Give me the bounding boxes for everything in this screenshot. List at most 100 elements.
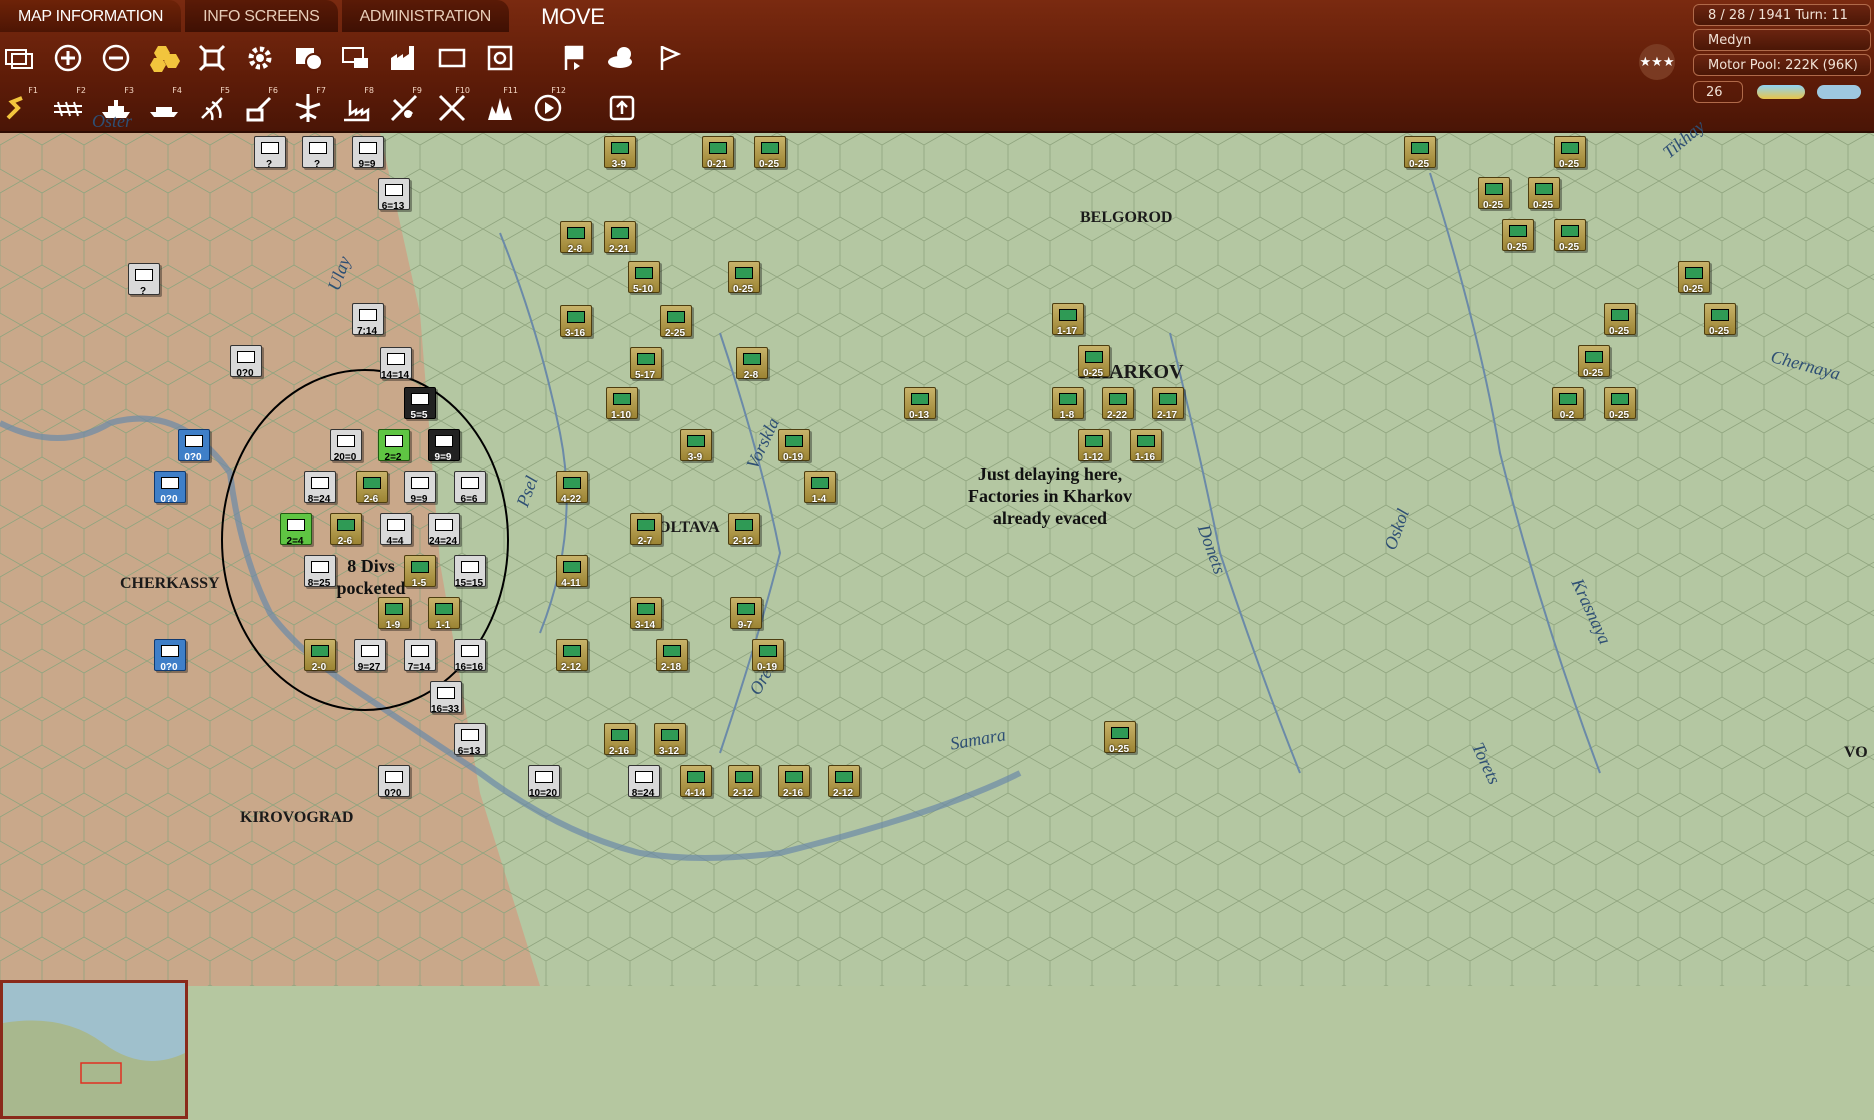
f7-airstrike-icon[interactable]: F7 [288, 86, 328, 128]
german-unit[interactable]: 2-12 [556, 639, 590, 673]
soviet-unit[interactable]: 6=13 [378, 178, 412, 212]
german-unit[interactable]: 5-17 [630, 347, 664, 381]
window-toggle-icon[interactable] [0, 38, 40, 78]
german-unit[interactable]: 1-17 [1052, 303, 1086, 337]
shape-toggle-icon[interactable] [288, 38, 328, 78]
german-unit[interactable]: 0-25 [1554, 219, 1588, 253]
soviet-unit[interactable]: 10=20 [528, 765, 562, 799]
german-unit[interactable]: 1-4 [804, 471, 838, 505]
german-unit[interactable]: 4-14 [680, 765, 714, 799]
german-unit[interactable]: 1-1 [428, 597, 462, 631]
german-unit[interactable]: 5-10 [628, 261, 662, 295]
soviet-unit[interactable]: 0?0 [178, 429, 212, 463]
german-unit[interactable]: 0-21 [702, 136, 736, 170]
end-turn-icon[interactable] [602, 88, 642, 128]
unit-focus-icon[interactable] [192, 38, 232, 78]
german-unit[interactable]: 2-12 [828, 765, 862, 799]
game-map[interactable]: BELGOROD KHARKOV CHERKASSY KIROVOGRAD OL… [0, 111, 1874, 1119]
f6-airlift-icon[interactable]: F6 [240, 86, 280, 128]
german-unit[interactable]: 4-11 [556, 555, 590, 589]
weather-gauge-icon[interactable] [1757, 85, 1805, 99]
f12-play-icon[interactable]: F12 [528, 86, 568, 128]
f2-rail-icon[interactable]: F2 [48, 86, 88, 128]
german-unit[interactable]: 4-22 [556, 471, 590, 505]
hq-flag-icon[interactable] [554, 38, 594, 78]
soviet-unit[interactable]: 15=15 [454, 555, 488, 589]
german-unit[interactable]: 9-7 [730, 597, 764, 631]
german-unit[interactable]: 2-12 [728, 765, 762, 799]
soviet-unit[interactable]: 24=24 [428, 513, 462, 547]
german-unit[interactable]: 1-5 [404, 555, 438, 589]
soviet-unit[interactable]: 9=9 [404, 471, 438, 505]
soviet-unit[interactable]: 7=14 [404, 639, 438, 673]
soviet-unit[interactable]: 0?0 [230, 345, 264, 379]
soviet-unit[interactable]: 8=24 [304, 471, 338, 505]
german-unit[interactable]: 2-8 [560, 221, 594, 255]
german-unit[interactable]: 0-2 [1552, 387, 1586, 421]
f10-ground-attack-icon[interactable]: F10 [432, 86, 472, 128]
f1-movement-icon[interactable]: F1 [0, 86, 40, 128]
german-unit[interactable]: 0-25 [1104, 721, 1138, 755]
german-unit[interactable]: 3-12 [654, 723, 688, 757]
soviet-unit[interactable]: 20=0 [330, 429, 364, 463]
zoom-in-icon[interactable] [48, 38, 88, 78]
german-unit[interactable]: 0-25 [754, 136, 788, 170]
soviet-unit[interactable]: 4=4 [380, 513, 414, 547]
soviet-unit[interactable]: 0?0 [154, 639, 188, 673]
german-unit[interactable]: 2-18 [656, 639, 690, 673]
german-unit[interactable]: 0-25 [1078, 345, 1112, 379]
german-unit[interactable]: 0-25 [728, 261, 762, 295]
german-unit[interactable]: 1-10 [606, 387, 640, 421]
toggle-switch-icon[interactable] [1817, 85, 1861, 99]
german-unit[interactable]: 0-25 [1678, 261, 1712, 295]
soviet-unit[interactable]: 9=9 [428, 429, 462, 463]
german-unit[interactable]: 3-9 [680, 429, 714, 463]
f5-air-recon-icon[interactable]: F5 [192, 86, 232, 128]
soviet-unit[interactable]: 0?0 [378, 765, 412, 799]
soviet-unit[interactable]: 9=9 [352, 136, 386, 170]
f8-airfield-icon[interactable]: F8 [336, 86, 376, 128]
german-unit[interactable]: 0-25 [1528, 177, 1562, 211]
soviet-unit[interactable]: 16=33 [430, 681, 464, 715]
german-unit[interactable]: 1-12 [1078, 429, 1112, 463]
german-unit[interactable]: 2-17 [1152, 387, 1186, 421]
display-toggle-icon[interactable] [336, 38, 376, 78]
tab-map-information[interactable]: MAP INFORMATION [0, 0, 182, 32]
german-unit[interactable]: 2-12 [728, 513, 762, 547]
german-unit[interactable]: 0-13 [904, 387, 938, 421]
frame-target-icon[interactable] [480, 38, 520, 78]
rating-button[interactable]: ★★★ [1639, 44, 1675, 80]
german-unit[interactable]: 2-0 [304, 639, 338, 673]
german-unit[interactable]: 0-25 [1578, 345, 1612, 379]
german-unit[interactable]: 2-6 [330, 513, 364, 547]
tab-info-screens[interactable]: INFO SCREENS [185, 0, 338, 32]
soviet-unit[interactable]: 2=2 [378, 429, 412, 463]
soviet-unit[interactable]: ? [128, 263, 162, 297]
german-unit[interactable]: 0-25 [1502, 219, 1536, 253]
production-icon[interactable] [384, 38, 424, 78]
soviet-unit[interactable]: 6=13 [454, 723, 488, 757]
german-unit[interactable]: 0-19 [752, 639, 786, 673]
german-unit[interactable]: 2-16 [604, 723, 638, 757]
settings-gear-icon[interactable] [240, 38, 280, 78]
soviet-unit[interactable]: 8=25 [304, 555, 338, 589]
german-unit[interactable]: 1-9 [378, 597, 412, 631]
soviet-unit[interactable]: 5=5 [404, 387, 438, 421]
german-unit[interactable]: 2-16 [778, 765, 812, 799]
german-unit[interactable]: 0-25 [1478, 177, 1512, 211]
soviet-unit[interactable]: 14=14 [380, 347, 414, 381]
flag-icon[interactable] [650, 38, 690, 78]
german-unit[interactable]: 0-25 [1404, 136, 1438, 170]
german-unit[interactable]: 0-25 [1604, 387, 1638, 421]
minimap[interactable] [0, 980, 188, 1119]
german-unit[interactable]: 3-16 [560, 305, 594, 339]
german-unit[interactable]: 2-21 [604, 221, 638, 255]
german-unit[interactable]: 0-25 [1604, 303, 1638, 337]
soviet-unit[interactable]: ? [302, 136, 336, 170]
german-unit[interactable]: 3-14 [630, 597, 664, 631]
german-unit[interactable]: 0-25 [1704, 303, 1738, 337]
zoom-out-icon[interactable] [96, 38, 136, 78]
f11-explosion-icon[interactable]: F11 [480, 86, 520, 128]
german-unit[interactable]: 0-19 [778, 429, 812, 463]
soviet-unit[interactable]: 8=24 [628, 765, 662, 799]
